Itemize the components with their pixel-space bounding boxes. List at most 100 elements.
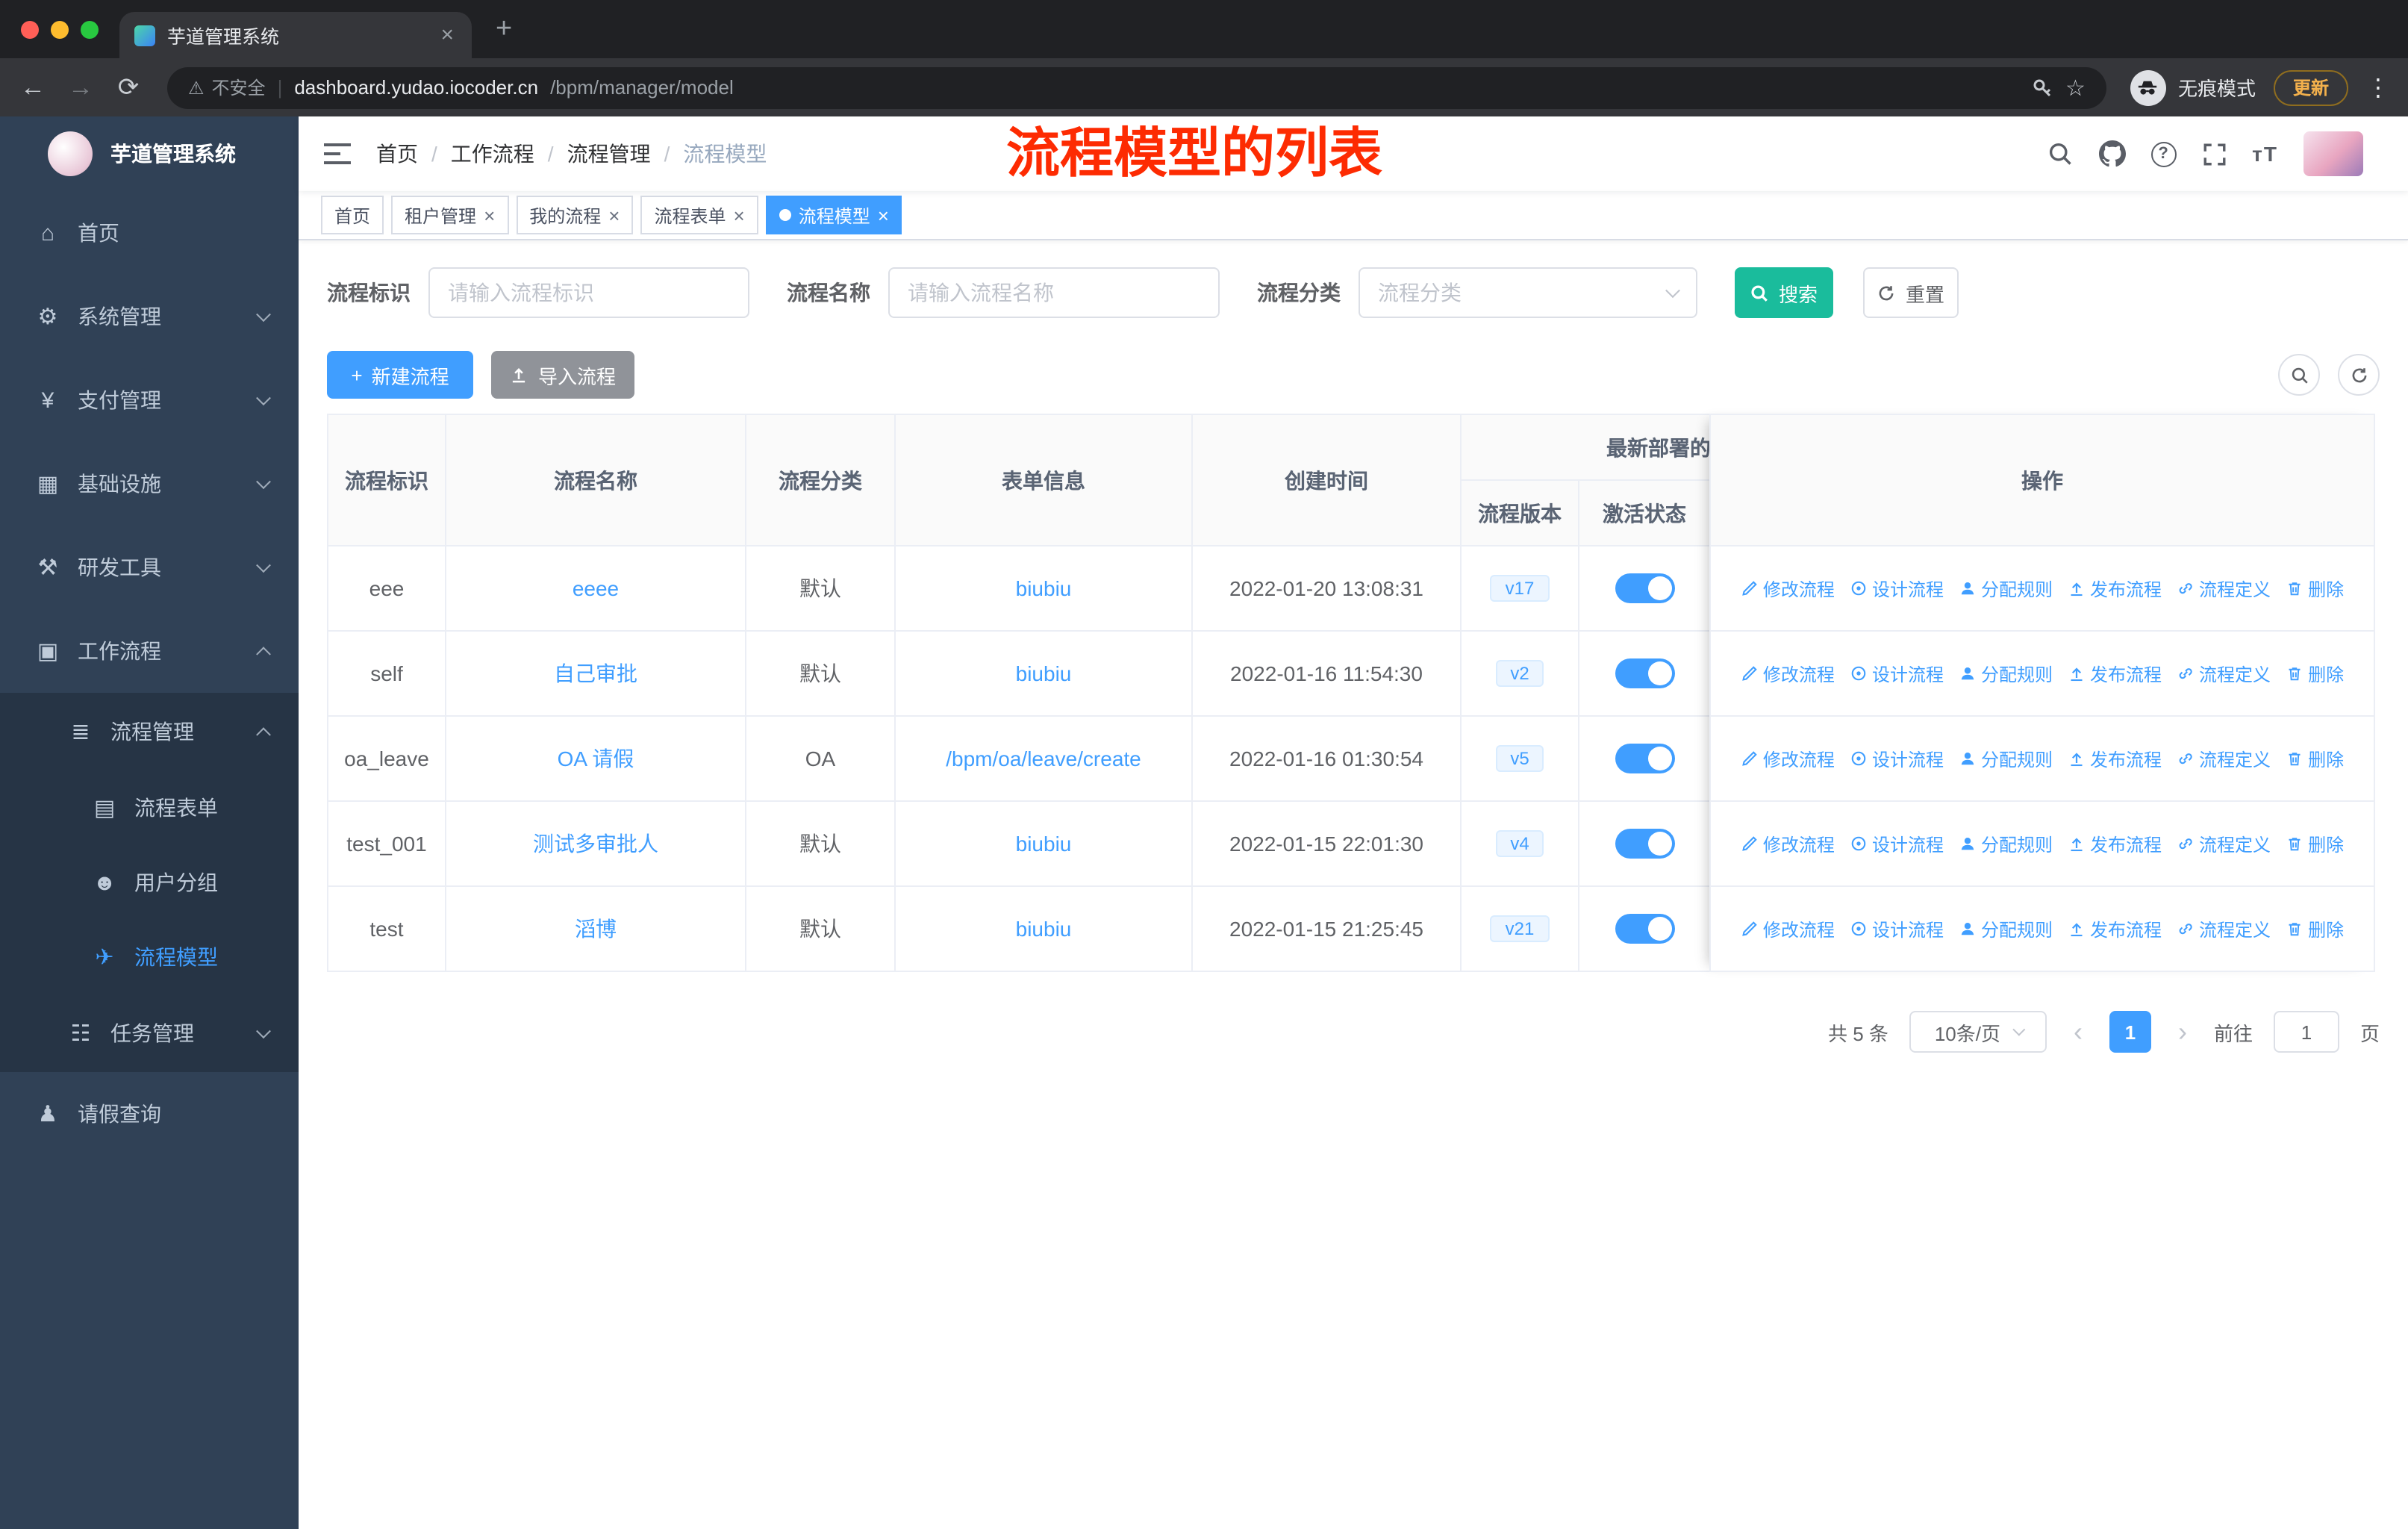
bookmark-star-icon[interactable]: ☆ xyxy=(2065,74,2086,101)
active-toggle[interactable] xyxy=(1615,573,1674,603)
sidebar-item-process-management[interactable]: ≣ 流程管理 xyxy=(0,693,299,770)
create-process-button[interactable]: + 新建流程 xyxy=(327,351,473,399)
active-toggle[interactable] xyxy=(1615,829,1674,859)
action-process-definition[interactable]: 流程定义 xyxy=(2177,746,2271,771)
action-assign-rule[interactable]: 分配规则 xyxy=(1959,576,2053,601)
action-publish-process[interactable]: 发布流程 xyxy=(2068,576,2162,601)
reload-icon[interactable]: ⟳ xyxy=(113,72,143,102)
action-publish-process[interactable]: 发布流程 xyxy=(2068,916,2162,941)
tag-tenant-management[interactable]: 租户管理 × xyxy=(391,196,509,234)
breadcrumb-workflow[interactable]: 工作流程 xyxy=(451,139,534,169)
new-tab-button[interactable]: + xyxy=(496,13,512,46)
action-publish-process[interactable]: 发布流程 xyxy=(2068,661,2162,686)
page-size-select[interactable]: 10条/页 xyxy=(1909,1011,2047,1053)
action-process-definition[interactable]: 流程定义 xyxy=(2177,831,2271,856)
action-design-process[interactable]: 设计流程 xyxy=(1850,661,1944,686)
breadcrumb-home[interactable]: 首页 xyxy=(376,139,418,169)
close-icon[interactable]: × xyxy=(878,204,889,226)
security-warning[interactable]: ⚠ 不安全 xyxy=(188,75,266,100)
sidebar-item-user-group[interactable]: ☻ 用户分组 xyxy=(0,845,299,920)
form-info-link[interactable]: biubiu xyxy=(1016,576,1072,600)
action-assign-rule[interactable]: 分配规则 xyxy=(1959,661,2053,686)
import-process-button[interactable]: 导入流程 xyxy=(491,351,634,399)
window-minimize-button[interactable] xyxy=(51,21,69,39)
form-info-link[interactable]: biubiu xyxy=(1016,917,1072,941)
tag-home[interactable]: 首页 xyxy=(321,196,384,234)
action-publish-process[interactable]: 发布流程 xyxy=(2068,831,2162,856)
action-design-process[interactable]: 设计流程 xyxy=(1850,831,1944,856)
sidebar-item-leave-query[interactable]: ♟ 请假查询 xyxy=(0,1072,299,1156)
process-category-select[interactable]: 流程分类 xyxy=(1359,267,1697,318)
toggle-search-icon[interactable] xyxy=(2278,354,2320,396)
search-icon[interactable] xyxy=(2046,140,2073,167)
action-process-definition[interactable]: 流程定义 xyxy=(2177,661,2271,686)
action-edit-process[interactable]: 修改流程 xyxy=(1741,746,1835,771)
sidebar-item-process-form[interactable]: ▤ 流程表单 xyxy=(0,770,299,845)
action-delete[interactable]: 删除 xyxy=(2286,831,2344,856)
action-edit-process[interactable]: 修改流程 xyxy=(1741,661,1835,686)
close-icon[interactable]: × xyxy=(734,204,745,226)
sidebar-item-workflow[interactable]: ▣ 工作流程 xyxy=(0,609,299,693)
fullscreen-icon[interactable] xyxy=(2201,141,2227,166)
forward-icon[interactable]: → xyxy=(66,72,96,102)
tab-close-icon[interactable]: × xyxy=(437,22,457,48)
action-process-definition[interactable]: 流程定义 xyxy=(2177,576,2271,601)
browser-menu-icon[interactable]: ⋮ xyxy=(2366,72,2390,102)
active-toggle[interactable] xyxy=(1615,914,1674,944)
action-edit-process[interactable]: 修改流程 xyxy=(1741,831,1835,856)
goto-page-input[interactable] xyxy=(2273,1011,2339,1053)
sidebar-item-system-management[interactable]: ⚙ 系统管理 xyxy=(0,275,299,358)
action-publish-process[interactable]: 发布流程 xyxy=(2068,746,2162,771)
help-icon[interactable]: ? xyxy=(2150,141,2177,166)
sidebar-item-devtools[interactable]: ⚒ 研发工具 xyxy=(0,526,299,609)
process-name-link[interactable]: 滔博 xyxy=(575,914,617,944)
close-icon[interactable]: × xyxy=(484,204,495,226)
address-bar[interactable]: ⚠ 不安全 | dashboard.yudao.iocoder.cn/bpm/m… xyxy=(167,66,2106,108)
active-toggle[interactable] xyxy=(1615,744,1674,773)
close-icon[interactable]: × xyxy=(608,204,620,226)
process-name-link[interactable]: 自己审批 xyxy=(554,658,637,688)
tag-my-process[interactable]: 我的流程 × xyxy=(516,196,634,234)
tag-process-form[interactable]: 流程表单 × xyxy=(640,196,758,234)
search-button[interactable]: 搜索 xyxy=(1735,267,1833,318)
form-info-link[interactable]: biubiu xyxy=(1016,661,1072,685)
sidebar-item-task-management[interactable]: ☷ 任务管理 xyxy=(0,994,299,1072)
action-assign-rule[interactable]: 分配规则 xyxy=(1959,916,2053,941)
action-delete[interactable]: 删除 xyxy=(2286,746,2344,771)
action-edit-process[interactable]: 修改流程 xyxy=(1741,576,1835,601)
action-assign-rule[interactable]: 分配规则 xyxy=(1959,746,2053,771)
active-toggle[interactable] xyxy=(1615,658,1674,688)
action-process-definition[interactable]: 流程定义 xyxy=(2177,916,2271,941)
action-assign-rule[interactable]: 分配规则 xyxy=(1959,831,2053,856)
page-number-1[interactable]: 1 xyxy=(2109,1011,2151,1053)
password-key-icon[interactable] xyxy=(2030,75,2053,99)
action-design-process[interactable]: 设计流程 xyxy=(1850,576,1944,601)
user-avatar[interactable] xyxy=(2303,131,2363,176)
browser-update-button[interactable]: 更新 xyxy=(2273,69,2348,105)
action-design-process[interactable]: 设计流程 xyxy=(1850,916,1944,941)
sidebar-item-process-model[interactable]: ✈ 流程模型 xyxy=(0,920,299,994)
browser-tab[interactable]: 芋道管理系统 × xyxy=(119,12,472,58)
process-name-link[interactable]: 测试多审批人 xyxy=(533,829,658,859)
reset-button[interactable]: 重置 xyxy=(1863,267,1959,318)
github-icon[interactable] xyxy=(2098,140,2126,167)
form-info-link[interactable]: /bpm/oa/leave/create xyxy=(946,747,1141,770)
hamburger-icon[interactable] xyxy=(322,142,352,166)
sidebar-item-infrastructure[interactable]: ▦ 基础设施 xyxy=(0,442,299,526)
prev-page-button[interactable]: ‹ xyxy=(2068,1016,2089,1047)
action-delete[interactable]: 删除 xyxy=(2286,576,2344,601)
window-close-button[interactable] xyxy=(21,21,39,39)
action-delete[interactable]: 删除 xyxy=(2286,661,2344,686)
action-edit-process[interactable]: 修改流程 xyxy=(1741,916,1835,941)
action-delete[interactable]: 删除 xyxy=(2286,916,2344,941)
process-id-input[interactable] xyxy=(428,267,749,318)
action-design-process[interactable]: 设计流程 xyxy=(1850,746,1944,771)
font-size-icon[interactable]: тT xyxy=(2252,142,2278,166)
process-name-input[interactable] xyxy=(888,267,1220,318)
sidebar-item-home[interactable]: ⌂ 首页 xyxy=(0,191,299,275)
process-name-link[interactable]: eeee xyxy=(573,576,619,600)
breadcrumb-process-management[interactable]: 流程管理 xyxy=(567,139,651,169)
refresh-icon[interactable] xyxy=(2338,354,2380,396)
process-name-link[interactable]: OA 请假 xyxy=(558,744,634,773)
back-icon[interactable]: ← xyxy=(18,72,48,102)
